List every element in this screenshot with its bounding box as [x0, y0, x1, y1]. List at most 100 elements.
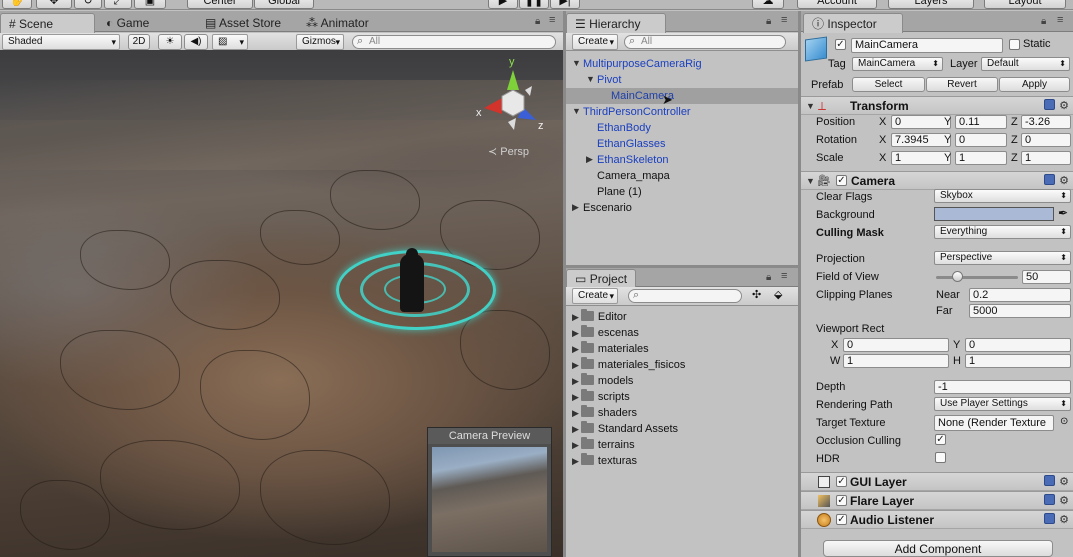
gizmos-dropdown[interactable]: Gizmos [296, 34, 344, 50]
gizmo-neg-axis[interactable] [525, 86, 532, 96]
hierarchy-item[interactable]: EthanSkeleton [597, 152, 669, 168]
move-tool-button[interactable]: ✥ [36, 0, 72, 9]
viewport-w-field[interactable]: 1 [843, 354, 949, 368]
lock-icon[interactable]: 🔒︎ [766, 272, 771, 283]
viewport-h-field[interactable]: 1 [965, 354, 1071, 368]
position-z-field[interactable]: -3.26 [1021, 115, 1071, 129]
hierarchy-item[interactable]: EthanBody [597, 120, 651, 136]
account-dropdown[interactable]: Account [797, 0, 877, 9]
2d-toggle-button[interactable]: 2D [128, 34, 150, 50]
hierarchy-item[interactable]: Camera_mapa [597, 168, 670, 184]
fov-value-field[interactable]: 50 [1022, 270, 1071, 284]
culling-mask-dropdown[interactable]: Everything [934, 225, 1071, 239]
panel-menu-icon[interactable]: ≡ [781, 14, 787, 26]
near-clip-field[interactable]: 0.2 [969, 288, 1071, 302]
shading-mode-dropdown[interactable]: Shaded [2, 34, 120, 50]
background-color-swatch[interactable] [934, 207, 1054, 221]
scale-x-field[interactable]: 1 [891, 151, 951, 165]
help-book-icon[interactable] [1044, 99, 1056, 110]
scale-tool-button[interactable]: ⤢ [104, 0, 132, 9]
audio-toggle-button[interactable]: ◀) [184, 34, 208, 50]
tab-asset-store[interactable]: ▤ Asset Store [197, 13, 289, 33]
static-checkbox[interactable] [1009, 39, 1020, 50]
project-search-input[interactable] [628, 289, 742, 303]
depth-field[interactable]: -1 [934, 380, 1071, 394]
occlusion-culling-checkbox[interactable]: ✓ [935, 434, 946, 445]
clear-flags-dropdown[interactable]: Skybox [934, 189, 1071, 203]
object-name-field[interactable]: MainCamera [851, 38, 1003, 53]
character-model[interactable] [400, 254, 424, 312]
cloud-button[interactable]: ☁ [752, 0, 784, 9]
hand-tool-button[interactable]: ✋ [2, 0, 32, 9]
viewport-x-field[interactable]: 0 [843, 338, 949, 352]
panel-divider[interactable] [563, 11, 566, 557]
effects-dropdown[interactable]: ▨ [212, 34, 248, 50]
projection-dropdown[interactable]: Perspective [934, 251, 1071, 265]
expand-arrow-icon[interactable]: ▼ [586, 74, 595, 84]
prefab-select-button[interactable]: Select [852, 77, 925, 92]
folder-item[interactable]: ▶ terrains [572, 437, 635, 453]
hierarchy-item[interactable]: ThirdPersonController [583, 104, 691, 120]
rotate-tool-button[interactable]: ↻ [74, 0, 102, 9]
folder-item[interactable]: ▶ materiales_fisicos [572, 357, 685, 373]
hierarchy-item[interactable]: Plane (1) [597, 184, 642, 200]
tab-scene[interactable]: # Scene [0, 13, 95, 33]
tab-animator[interactable]: ⁂ Animator [298, 13, 377, 33]
lighting-toggle-button[interactable]: ☀ [158, 34, 182, 50]
flare-layer-enabled-checkbox[interactable]: ✓ [836, 495, 847, 506]
far-clip-field[interactable]: 5000 [969, 304, 1071, 318]
gui-layer-component-header[interactable]: ✓ GUI Layer ⚙ [801, 472, 1073, 491]
hierarchy-item[interactable]: Escenario [583, 200, 632, 216]
pivot-space-button[interactable]: Global [254, 0, 314, 9]
layers-dropdown[interactable]: Layers [888, 0, 974, 9]
gear-icon[interactable]: ⚙ [1059, 175, 1069, 187]
active-checkbox[interactable]: ✓ [835, 39, 846, 50]
transform-component-header[interactable]: ▼ ⟂ Transform ⚙ [801, 96, 1073, 115]
x-axis-cone[interactable] [484, 98, 502, 114]
audio-listener-component-header[interactable]: ✓ Audio Listener ⚙ [801, 510, 1073, 529]
fov-slider-track[interactable] [936, 276, 1018, 279]
panel-menu-icon[interactable]: ≡ [781, 270, 787, 282]
gear-icon[interactable]: ⚙ [1059, 476, 1069, 488]
rendering-path-dropdown[interactable]: Use Player Settings [934, 397, 1071, 411]
object-picker-icon[interactable]: ⊙ [1060, 416, 1068, 427]
gear-icon[interactable]: ⚙ [1059, 100, 1069, 112]
hierarchy-item[interactable]: Pivot [597, 72, 621, 88]
rotation-y-field[interactable]: 0 [955, 133, 1007, 147]
foldout-arrow-icon[interactable]: ▼ [806, 101, 815, 111]
lock-icon[interactable]: 🔒︎ [535, 16, 540, 27]
foldout-arrow-icon[interactable]: ▼ [806, 176, 815, 186]
help-book-icon[interactable] [1044, 513, 1056, 524]
folder-item[interactable]: ▶ Editor [572, 309, 627, 325]
viewport-y-field[interactable]: 0 [965, 338, 1071, 352]
pivot-center-button[interactable]: Center [187, 0, 253, 9]
scene-viewport[interactable]: y x z ≺ Persp Camera Preview [0, 50, 563, 557]
tab-hierarchy[interactable]: ☰ Hierarchy [566, 13, 666, 33]
hierarchy-item[interactable]: EthanGlasses [597, 136, 665, 152]
flare-layer-component-header[interactable]: ✓ Flare Layer ⚙ [801, 491, 1073, 510]
folder-item[interactable]: ▶ texturas [572, 453, 637, 469]
collapse-arrow-icon[interactable]: ▶ [586, 154, 593, 165]
rotation-x-field[interactable]: 7.3945 [891, 133, 951, 147]
help-book-icon[interactable] [1044, 494, 1056, 505]
target-texture-field[interactable]: None (Render Texture [934, 415, 1054, 431]
scale-y-field[interactable]: 1 [955, 151, 1007, 165]
audio-listener-enabled-checkbox[interactable]: ✓ [836, 514, 847, 525]
panel-menu-icon[interactable]: ≡ [1057, 14, 1063, 26]
gizmo-center-cube[interactable] [501, 89, 525, 117]
filter-by-type-icon[interactable]: ✣ [752, 288, 761, 301]
prefab-apply-button[interactable]: Apply [999, 77, 1070, 92]
expand-arrow-icon[interactable]: ▼ [572, 58, 581, 68]
filter-by-label-icon[interactable]: ⬙ [774, 288, 782, 301]
hierarchy-item[interactable]: MultipurposeCameraRig [583, 56, 702, 72]
tag-dropdown[interactable]: MainCamera [852, 57, 943, 71]
lock-icon[interactable]: 🔒︎ [766, 16, 771, 27]
rotation-z-field[interactable]: 0 [1021, 133, 1071, 147]
layer-dropdown[interactable]: Default [981, 57, 1070, 71]
camera-enabled-checkbox[interactable]: ✓ [836, 175, 847, 186]
play-button[interactable]: ▶ [488, 0, 518, 9]
pause-button[interactable]: ❚❚ [519, 0, 549, 9]
gear-icon[interactable]: ⚙ [1059, 495, 1069, 507]
step-button[interactable]: ▶| [550, 0, 580, 9]
gizmo-neg-axis[interactable] [508, 118, 516, 130]
